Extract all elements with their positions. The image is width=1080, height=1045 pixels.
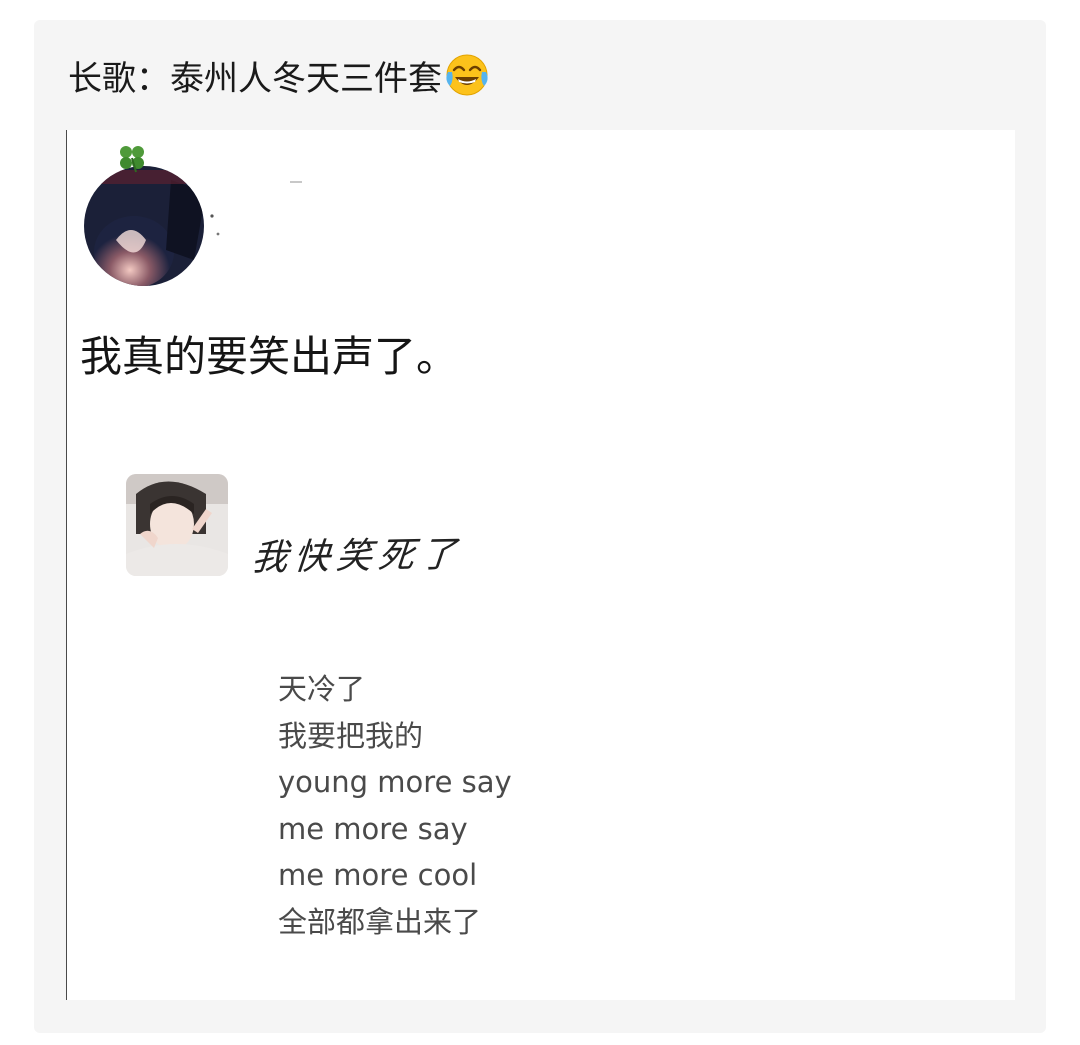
lyric-line: young more say [278,765,512,799]
post-title-text: 长歌：泰州人冬天三件套 [68,59,442,99]
lyric-line: 天冷了 [278,672,366,706]
lyric-line: me more cool [278,858,478,892]
lyric-line: me more say [278,811,468,846]
handwritten-caption: 我快笑死了 [250,534,465,579]
lyrics-block: 天冷了 我要把我的 young more say me more say me … [278,666,512,945]
tears-of-joy-emoji-icon [446,54,488,96]
post-title: 长歌：泰州人冬天三件套 [68,52,490,103]
reply-avatar[interactable] [126,474,228,576]
lyric-line: 我要把我的 [278,718,424,753]
post-main-text: 我真的要笑出声了。 [80,332,459,381]
profile-avatar[interactable] [76,140,226,290]
username-placeholder [290,181,302,183]
lyric-line: 全部都拿出来了 [278,904,482,939]
